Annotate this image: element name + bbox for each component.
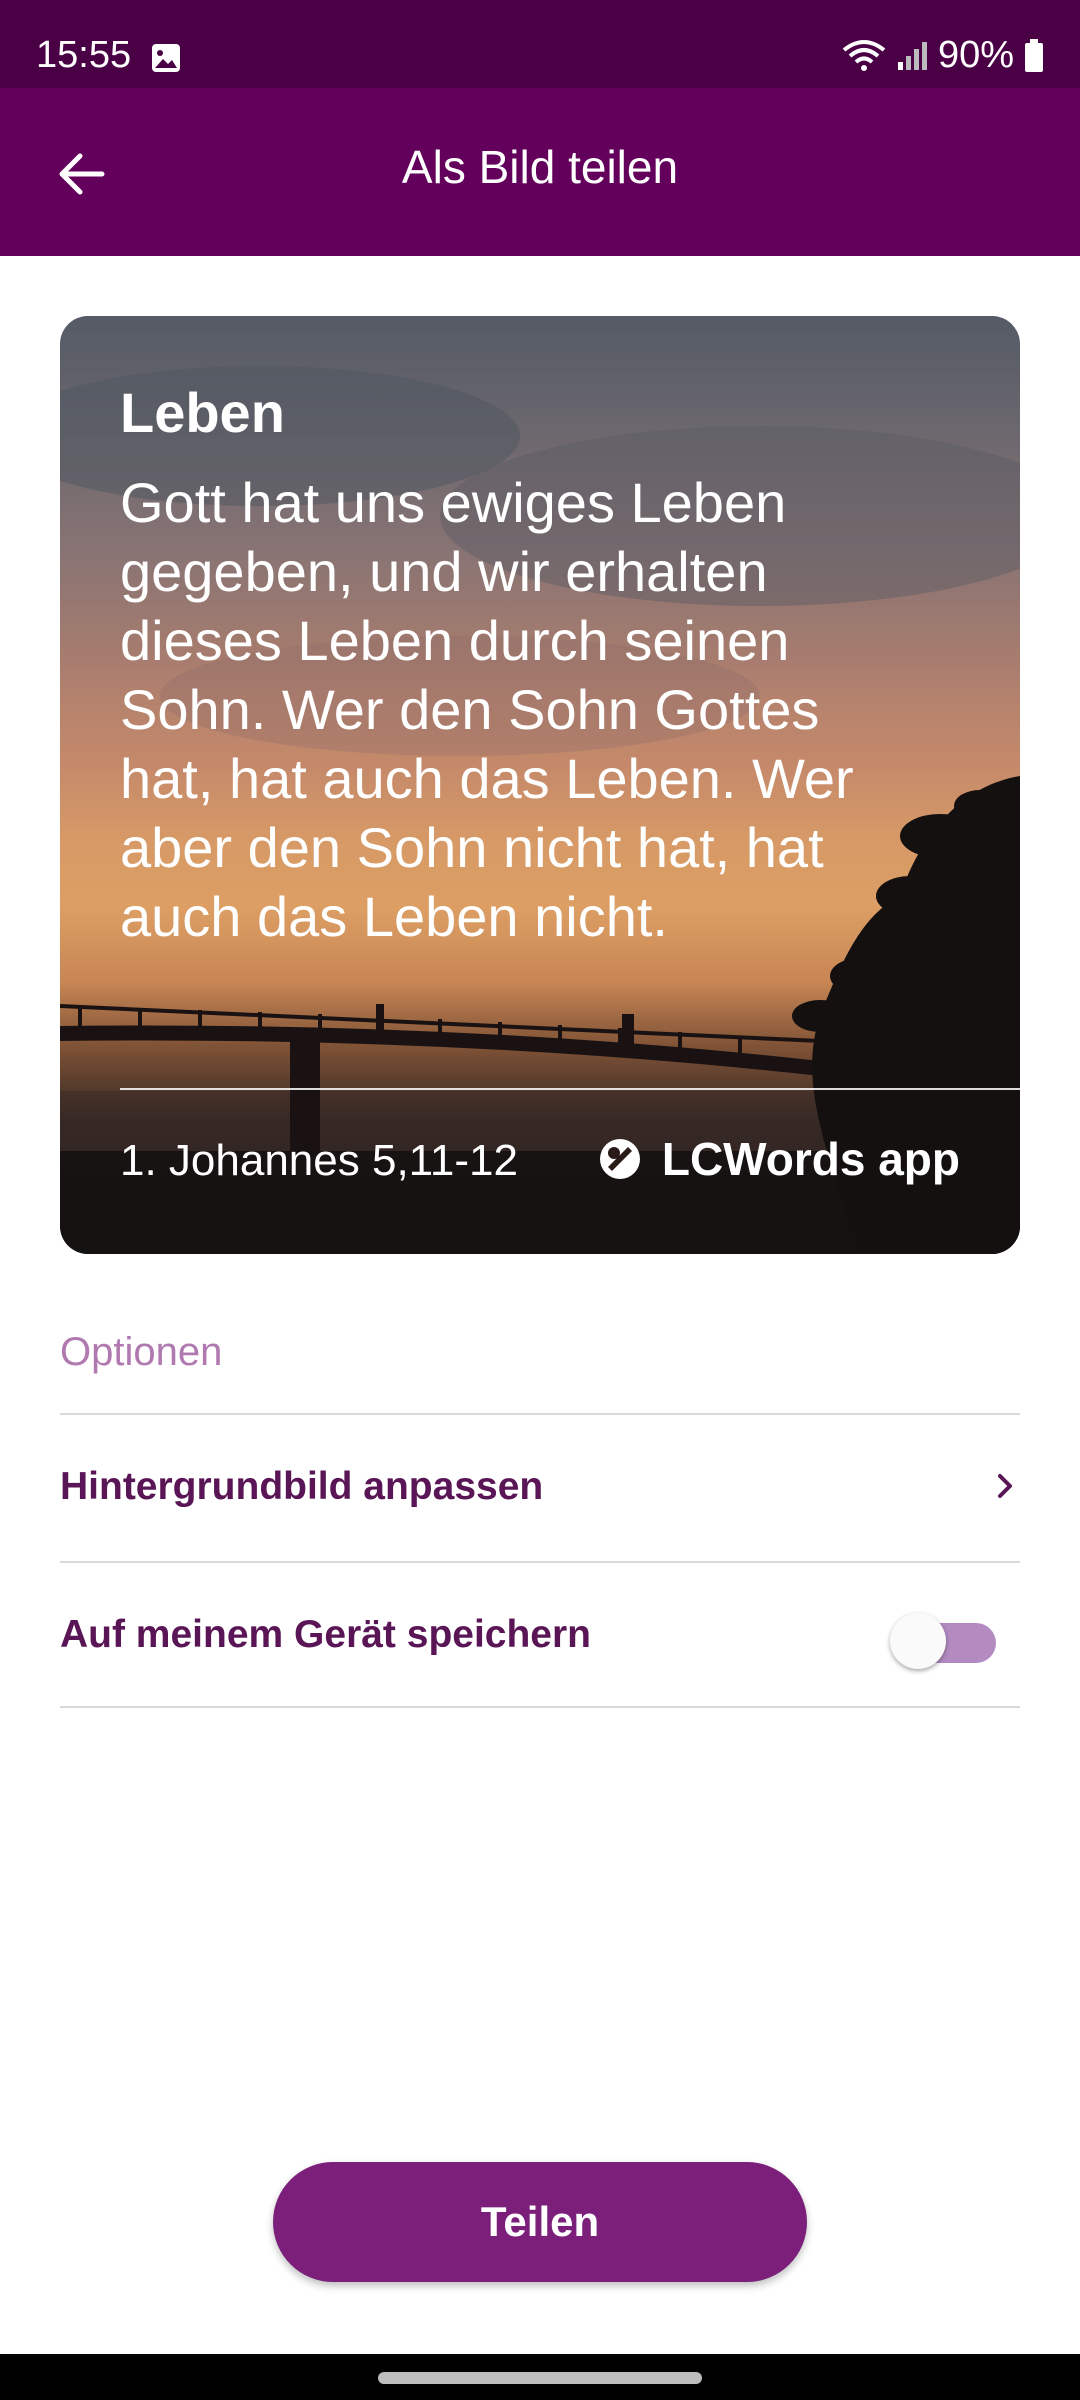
status-bar: 15:55 90%	[0, 0, 1080, 88]
toggle-thumb	[890, 1613, 946, 1669]
save-on-device-option: Auf meinem Gerät speichern	[60, 1563, 1020, 1709]
lcwords-logo-icon	[599, 1139, 640, 1179]
status-indicators: 90%	[842, 34, 1044, 77]
brand-text: LCWords app	[661, 1133, 960, 1185]
photo-icon	[152, 44, 180, 72]
system-nav-bar	[0, 2354, 1080, 2400]
save-on-device-toggle[interactable]	[890, 1613, 996, 1669]
battery-percent: 90%	[937, 34, 1014, 76]
app-bar: Als Bild teilen	[0, 88, 1080, 256]
divider	[60, 1706, 1020, 1708]
home-indicator[interactable]	[378, 2372, 702, 2384]
verse-reference: 1. Johannes 5,11-12	[120, 1136, 518, 1185]
verse-topic: Leben	[120, 381, 285, 444]
verse-card-preview: Leben Gott hat uns ewiges Leben gegeben,…	[60, 316, 1020, 1254]
battery-icon	[1025, 38, 1043, 72]
share-button[interactable]: Teilen	[273, 2162, 807, 2282]
option-label: Auf meinem Gerät speichern	[60, 1613, 591, 1656]
option-label: Hintergrundbild anpassen	[60, 1465, 544, 1508]
card-divider	[120, 1088, 1020, 1090]
adjust-background-option[interactable]: Hintergrundbild anpassen	[60, 1415, 1020, 1561]
brand-label: LCWords app	[598, 1132, 960, 1186]
page-title: Als Bild teilen	[401, 141, 679, 193]
verse-text: Gott hat uns ewiges Leben gegeben, und w…	[120, 471, 854, 948]
signal-icon	[897, 41, 927, 70]
options-heading: Optionen	[60, 1330, 223, 1374]
status-time: 15:55	[36, 34, 132, 76]
chevron-right-icon	[998, 1474, 1012, 1498]
wifi-icon	[842, 39, 886, 71]
